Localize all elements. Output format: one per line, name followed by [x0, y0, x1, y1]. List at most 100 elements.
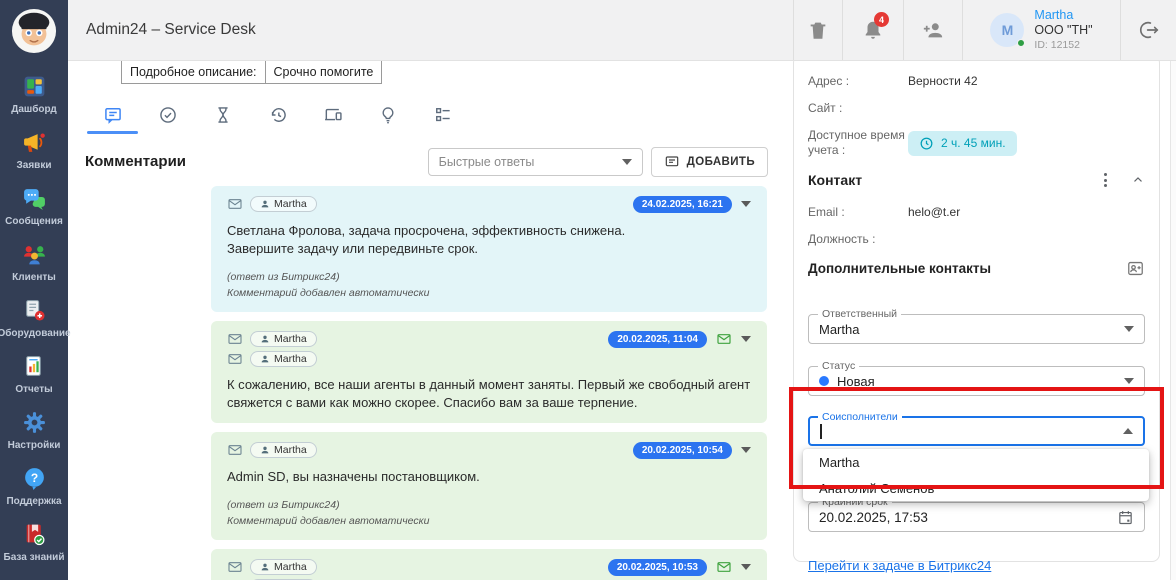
- sender-chip: Martha: [250, 331, 317, 347]
- quick-replies-select[interactable]: Быстрые ответы: [428, 148, 643, 176]
- mail-sent-icon[interactable]: [716, 559, 732, 575]
- chat-bubbles-icon: [22, 186, 47, 211]
- trash-button[interactable]: [793, 0, 842, 60]
- app-logo-avatar[interactable]: [0, 0, 68, 61]
- add-comment-label: ДОБАВИТЬ: [687, 156, 755, 168]
- responsible-label: Ответственный: [818, 308, 901, 321]
- person-card-add-icon[interactable]: [1126, 259, 1145, 278]
- app-window: Дашборд Заявки Сообщения: [0, 0, 1176, 580]
- sidebar-item-messages[interactable]: Сообщения: [0, 179, 68, 235]
- available-time-pill: 2 ч. 45 мин.: [908, 131, 1017, 156]
- sidebar-nav: Дашборд Заявки Сообщения: [0, 61, 68, 571]
- sender-chip: Martha: [250, 196, 317, 212]
- chat-icon: [103, 105, 123, 125]
- sender-name: Martha: [274, 353, 307, 365]
- page-scrollbar[interactable]: [1170, 61, 1176, 580]
- person-icon: [260, 334, 270, 344]
- tab-sla[interactable]: [195, 100, 250, 130]
- sidebar-item-equipment[interactable]: Оборудование: [0, 291, 68, 347]
- check-circle-icon: [158, 105, 178, 125]
- sidebar-item-settings[interactable]: Настройки: [0, 403, 68, 459]
- deadline-field[interactable]: Крайний срок 20.02.2025, 17:53: [808, 502, 1145, 532]
- address-value: Верности 42: [908, 74, 978, 89]
- megaphone-icon: [22, 130, 47, 155]
- online-status-dot: [1017, 39, 1025, 47]
- current-user-menu[interactable]: M Martha ООО "ТН" ID: 12152: [962, 0, 1120, 60]
- sidebar-item-clients[interactable]: Клиенты: [0, 235, 68, 291]
- calendar-icon[interactable]: [1117, 509, 1134, 526]
- add-user-button[interactable]: [903, 0, 962, 60]
- person-add-icon: [922, 19, 944, 41]
- text-cursor: [820, 423, 822, 439]
- kebab-menu-icon[interactable]: [1102, 171, 1109, 189]
- bitrix-task-link[interactable]: Перейти к задаче в Битрикс24: [808, 558, 991, 573]
- tab-comments[interactable]: [85, 100, 140, 130]
- comment-menu-caret-icon[interactable]: [741, 201, 751, 207]
- tab-checklist[interactable]: [415, 100, 470, 130]
- available-time-value: 2 ч. 45 мин.: [941, 136, 1006, 150]
- user-block: M Martha ООО "ТН" ID: 12152: [990, 8, 1092, 52]
- sidebar-item-tickets[interactable]: Заявки: [0, 123, 68, 179]
- history-icon: [268, 105, 288, 125]
- details-card: Адрес : Верности 42 Сайт : Доступное вре…: [793, 55, 1160, 562]
- book-icon: [22, 522, 47, 547]
- coexecutors-dropdown: Martha Анатолий Семенов: [803, 449, 1149, 501]
- dashboard-icon: [22, 74, 47, 99]
- position-row: Должность :: [808, 232, 1145, 247]
- comment-menu-caret-icon[interactable]: [741, 336, 751, 342]
- coexecutors-label: Соисполнители: [818, 411, 902, 424]
- email-row: Email : helo@t.er: [808, 205, 1145, 220]
- devices-icon: [323, 105, 343, 125]
- sender-chip: Martha: [250, 559, 317, 575]
- comments-list: Martha 24.02.2025, 16:21 Светлана Фролов…: [211, 186, 767, 580]
- sidebar-item-label: База знаний: [4, 552, 65, 563]
- tab-tasks[interactable]: [140, 100, 195, 130]
- comment-menu-caret-icon[interactable]: [741, 447, 751, 453]
- coexecutors-combobox[interactable]: Соисполнители: [808, 416, 1145, 446]
- sidebar-item-knowledge-base[interactable]: База знаний: [0, 515, 68, 571]
- status-select[interactable]: Статус Новая: [808, 366, 1145, 396]
- deadline-value: 20.02.2025, 17:53: [819, 510, 928, 525]
- person-icon: [260, 445, 270, 455]
- notification-badge: 4: [874, 12, 889, 27]
- contact-heading: Контакт: [808, 172, 862, 188]
- equipment-icon: [22, 298, 47, 323]
- site-row: Сайт :: [808, 101, 1145, 116]
- dropdown-option[interactable]: Martha: [803, 449, 1149, 475]
- available-time-row: Доступное время учета : 2 ч. 45 мин.: [808, 128, 1145, 158]
- comment-body: К сожалению, все наши агенты в данный мо…: [227, 376, 751, 412]
- logout-button[interactable]: [1120, 0, 1176, 60]
- envelope-icon: [227, 559, 243, 575]
- dropdown-option[interactable]: Анатолий Семенов: [803, 475, 1149, 501]
- comment-menu-caret-icon[interactable]: [741, 564, 751, 570]
- chevron-up-icon[interactable]: [1131, 173, 1145, 187]
- sender-chip: Martha: [250, 442, 317, 458]
- sidebar-item-label: Дашборд: [11, 104, 57, 115]
- report-icon: [22, 354, 47, 379]
- responsible-select[interactable]: Ответственный Martha: [808, 314, 1145, 344]
- user-initial: M: [1002, 22, 1014, 38]
- tab-devices[interactable]: [305, 100, 360, 130]
- svg-text:?: ?: [30, 471, 37, 485]
- caret-down-icon: [1124, 326, 1134, 332]
- details-panel: Адрес : Верности 42 Сайт : Доступное вре…: [787, 61, 1176, 580]
- sidebar-item-label: Отчеты: [15, 384, 52, 395]
- sidebar-item-dashboard[interactable]: Дашборд: [0, 67, 68, 123]
- logout-icon: [1138, 19, 1160, 41]
- clock-icon: [919, 136, 934, 151]
- description-value[interactable]: Срочно помогите: [265, 61, 382, 83]
- sidebar-item-label: Оборудование: [0, 328, 71, 339]
- tab-history[interactable]: [250, 100, 305, 130]
- comment-body: Admin SD, вы назначены постановщиком.: [227, 468, 751, 486]
- position-label: Должность :: [808, 232, 908, 247]
- header: Admin24 – Service Desk 4: [68, 0, 1176, 61]
- comment-card: Martha Martha: [211, 549, 767, 580]
- comment-meta-row: Martha 24.02.2025, 16:21: [227, 196, 751, 213]
- sidebar-item-reports[interactable]: Отчеты: [0, 347, 68, 403]
- notifications-button[interactable]: 4: [842, 0, 903, 60]
- email-value: helo@t.er: [908, 205, 960, 220]
- add-comment-button[interactable]: ДОБАВИТЬ: [651, 147, 768, 177]
- tab-idea[interactable]: [360, 100, 415, 130]
- sidebar-item-support[interactable]: ? Поддержка: [0, 459, 68, 515]
- mail-sent-icon[interactable]: [716, 331, 732, 347]
